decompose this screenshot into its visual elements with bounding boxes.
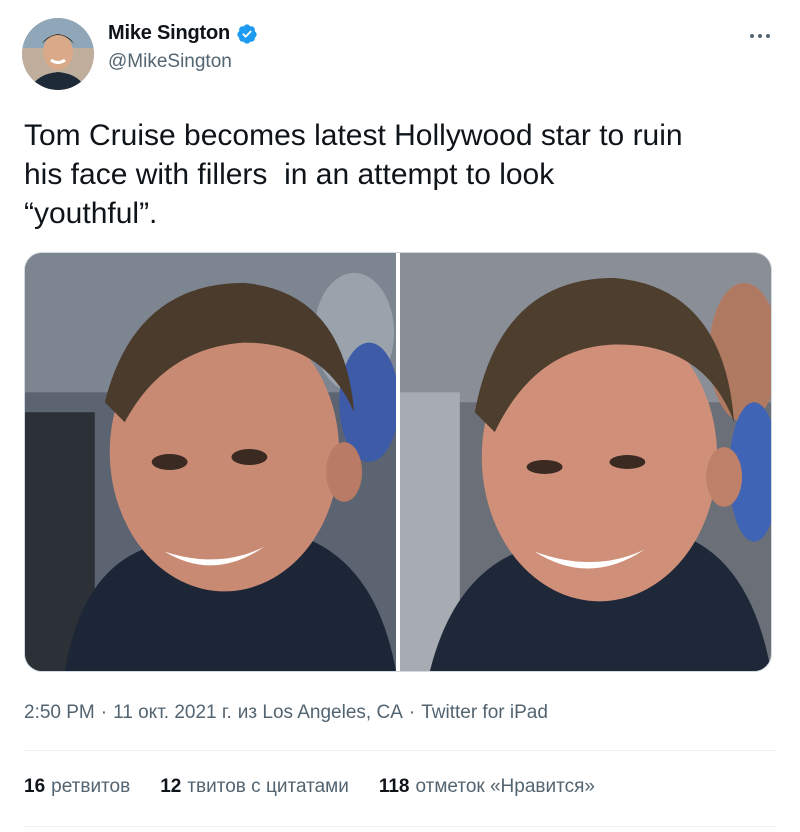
tweet-location[interactable]: из Los Angeles, CA [238,702,403,724]
divider [24,750,776,751]
like-count: 118 [378,776,410,797]
photo-left[interactable] [25,253,396,671]
retweet-label: ретвитов [51,776,131,797]
more-options-icon[interactable] [742,24,778,48]
engagement-stats: 16 ретвитов 12 твитов с цитатами 118 отмето… [24,776,595,798]
user-handle[interactable]: @MikeSington [108,51,258,73]
verified-badge-icon [236,23,258,45]
photo-right[interactable] [400,253,771,671]
tweet-date[interactable]: 11 окт. 2021 г. [113,702,232,724]
stat-retweets[interactable]: 16 ретвитов [24,776,130,798]
stat-quote-tweets[interactable]: 12 твитов с цитатами [160,776,349,798]
divider [24,826,776,827]
user-info: Mike Sington @MikeSington [108,22,258,73]
tweet-source[interactable]: Twitter for iPad [421,702,548,724]
tweet-meta: 2:50 PM · 11 окт. 2021 г. из Los Angeles… [24,702,548,724]
like-label: отметок «Нравится» [415,776,595,797]
quote-count: 12 [160,776,182,797]
retweet-count: 16 [24,776,46,797]
meta-separator: · [100,702,108,723]
media-grid [24,252,772,672]
display-name[interactable]: Mike Sington [108,22,230,45]
tweet-card: Mike Sington @MikeSington Tom Cruise bec… [0,0,800,832]
tweet-text: Tom Cruise becomes latest Hollywood star… [24,119,683,230]
quote-label: твитов с цитатами [187,776,349,797]
tweet-time[interactable]: 2:50 PM [24,702,95,724]
meta-separator: · [408,702,416,723]
stat-likes[interactable]: 118 отметок «Нравится» [379,776,595,798]
avatar[interactable] [22,18,94,90]
